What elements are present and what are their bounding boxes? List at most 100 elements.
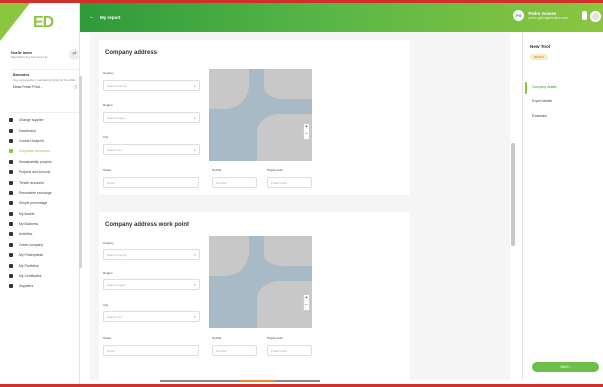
company-address-work-point-card: Company address work point Country Searc… [99, 212, 410, 380]
postal-input[interactable]: Postal code [267, 345, 312, 356]
sidebar-item-my-assets[interactable]: My Assets [9, 209, 77, 219]
sidebar-item-label: Projects and schools [19, 170, 51, 175]
sidebar-scrollbar[interactable] [79, 76, 82, 268]
postal-input[interactable]: Postal code [267, 177, 312, 188]
user-email: pedro.g@organization.com [528, 16, 568, 20]
sidebar-item-sustainability-projects[interactable]: Sustainability projects [9, 157, 77, 167]
zoom-out-button[interactable]: − [304, 131, 309, 138]
zoom-in-button[interactable]: + [304, 124, 309, 131]
sidebar-item-label: My Business [19, 222, 39, 227]
dashboard-icon [9, 128, 13, 133]
sidebar-item-label: My Powerplants [19, 253, 44, 258]
supplier-icon [9, 284, 13, 289]
map-zoom-control[interactable]: + − [303, 123, 310, 140]
document-icon [9, 180, 13, 185]
location-map[interactable]: + − [209, 236, 312, 328]
street-label: Street [103, 336, 112, 340]
user-menu[interactable]: PG Pedro Gomes pedro.g@organization.com [513, 10, 587, 21]
city-input[interactable]: Search city ⌕ [103, 311, 200, 322]
sidebar-item-label: Green company [19, 242, 44, 247]
number-placeholder: Number [216, 181, 227, 185]
supplier-select[interactable]: Dead Fresh Prod... ⓘ [13, 85, 77, 90]
info-icon[interactable]: ⓘ [74, 85, 78, 90]
country-placeholder: Search country [107, 84, 128, 88]
number-input[interactable]: Number [212, 177, 257, 188]
leaf-icon [9, 159, 13, 164]
city-input[interactable]: Search city ⌕ [103, 144, 200, 155]
zoom-out-button[interactable]: − [304, 302, 309, 309]
sidebar-item-activities[interactable]: Activities [9, 229, 77, 239]
notification-icon[interactable] [582, 11, 587, 20]
section-title: Company address [105, 50, 158, 56]
top-bar: ← My report PG Pedro Gomes pedro.g@organ… [80, 3, 603, 32]
search-icon: ⌕ [193, 147, 196, 152]
sidebar-item-label: Activities [19, 232, 33, 237]
region-label: Region [103, 103, 113, 107]
app-logo[interactable]: ED [0, 3, 80, 43]
sidebar-item-label: Tender accounts [19, 180, 44, 185]
sidebar-nav: Change supplier Dashboard Contact footpr… [9, 115, 77, 292]
sidebar-item-projects-schools[interactable]: Projects and schools [9, 167, 77, 177]
city-label: City [103, 303, 109, 307]
region-input[interactable]: Search region ⌕ [103, 279, 200, 290]
horizontal-scrollbar-thumb[interactable] [240, 380, 276, 382]
portfolio-icon [9, 263, 13, 268]
sidebar-item-contact-footprint[interactable]: Contact footprint [9, 136, 77, 146]
certificate-icon [9, 274, 13, 279]
sidebar-item-my-portfolios[interactable]: My Portfolios [9, 260, 77, 270]
sidebar-item-label: Dashboard [19, 128, 36, 133]
sidebar-item-label: My Certificates [19, 274, 42, 279]
supplier-box: Barcodes Use as bespoke / mandatory fiel… [11, 69, 79, 113]
sidebar-item-label: Simple percentage [19, 201, 48, 206]
search-icon: ⌕ [193, 115, 196, 120]
country-input[interactable]: Search country ⌕ [103, 80, 200, 91]
street-input[interactable]: Street [103, 177, 199, 188]
country-label: Country [103, 241, 114, 245]
street-placeholder: Street [107, 181, 116, 185]
street-placeholder: Street [107, 349, 116, 353]
next-button[interactable]: Next > [532, 362, 599, 372]
logo-triangle [0, 3, 30, 41]
tool-title: New Tool [530, 44, 551, 49]
sidebar-item-suppliers[interactable]: Suppliers [9, 281, 77, 291]
company-icon [9, 242, 13, 247]
logo-text: ED [33, 14, 54, 31]
switch-org-icon[interactable]: ⇄ [69, 49, 80, 60]
country-input[interactable]: Search country ⌕ [103, 249, 200, 260]
sidebar-item-my-business[interactable]: My Business [9, 219, 77, 229]
active-step-indicator [525, 82, 527, 94]
search-icon: ⌕ [193, 83, 196, 88]
main-scrollbar[interactable] [511, 143, 515, 246]
number-input[interactable]: Number [212, 345, 257, 356]
sidebar-item-my-certificates[interactable]: My Certificates [9, 271, 77, 281]
sidebar-item-dashboard[interactable]: Dashboard [9, 125, 77, 135]
map-zoom-control[interactable]: + − [303, 294, 310, 311]
sidebar-item-corporate-resources[interactable]: Corporate resources [9, 146, 77, 156]
settings-icon[interactable] [590, 11, 601, 22]
sidebar-item-green-company[interactable]: Green company [9, 240, 77, 250]
school-icon [9, 170, 13, 175]
step-emissions[interactable]: Emissions [532, 114, 547, 118]
step-export-details[interactable]: Export details [532, 99, 552, 103]
region-input[interactable]: Search region ⌕ [103, 112, 200, 123]
sidebar-item-change-supplier[interactable]: Change supplier [9, 115, 77, 125]
zoom-in-button[interactable]: + [304, 295, 309, 302]
postal-label: Postal code [267, 336, 283, 340]
sidebar-item-simple-percentage[interactable]: Simple percentage [9, 198, 77, 208]
region-label: Region [103, 271, 113, 275]
sidebar-item-renewable-exchange[interactable]: Renewable exchange [9, 188, 77, 198]
region-placeholder: Search region [107, 283, 126, 287]
resources-icon [9, 149, 13, 154]
location-map[interactable]: + − [209, 69, 312, 161]
search-icon: ⌕ [193, 252, 196, 257]
search-icon: ⌕ [193, 282, 196, 287]
arrow-left-icon[interactable]: ← [89, 14, 95, 20]
street-input[interactable]: Street [103, 345, 199, 356]
company-address-card: Company address Country Search country ⌕ … [99, 40, 410, 195]
step-company-details[interactable]: Company details [532, 85, 557, 89]
sidebar-item-my-powerplants[interactable]: My Powerplants [9, 250, 77, 260]
sidebar-item-tender-accounts[interactable]: Tender accounts [9, 177, 77, 187]
footprint-icon [9, 138, 13, 143]
postal-label: Postal code [267, 168, 283, 172]
page-title: My report [100, 15, 121, 20]
